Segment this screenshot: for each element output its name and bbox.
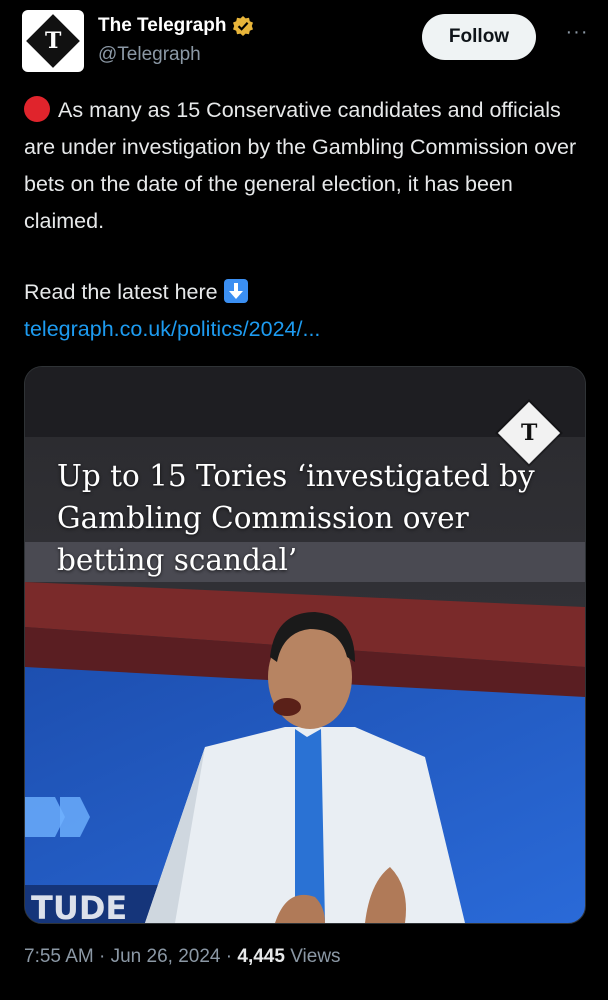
views-count: 4,445 bbox=[237, 946, 285, 967]
card-headline: Up to 15 Tories ‘investigated by Gamblin… bbox=[57, 459, 535, 577]
tweet-header: T The Telegraph @Telegraph Follow ··· bbox=[22, 10, 594, 74]
down-arrow-icon bbox=[223, 279, 248, 303]
backdrop-text: TUDE bbox=[31, 889, 127, 923]
read-more-text: Read the latest here bbox=[24, 280, 218, 304]
tweet-body: As many as 15 Conservative candidates an… bbox=[24, 92, 590, 240]
account-handle[interactable]: @Telegraph bbox=[98, 44, 201, 66]
tweet-time[interactable]: 7:55 AM bbox=[24, 946, 94, 967]
tweet-paragraph: As many as 15 Conservative candidates an… bbox=[24, 92, 590, 240]
article-link[interactable]: telegraph.co.uk/politics/2024/... bbox=[24, 311, 320, 348]
read-more-line: Read the latest here bbox=[24, 274, 248, 311]
tweet-text: As many as 15 Conservative candidates an… bbox=[24, 98, 577, 233]
views-label: Views bbox=[290, 946, 341, 967]
name-row: The Telegraph bbox=[98, 15, 254, 37]
telegraph-logo-icon: T bbox=[26, 14, 80, 68]
follow-button[interactable]: Follow bbox=[422, 14, 536, 60]
red-circle-icon bbox=[24, 96, 50, 122]
more-horizontal-icon[interactable]: ··· bbox=[560, 22, 594, 44]
avatar[interactable]: T bbox=[22, 10, 84, 72]
link-card-image[interactable]: TUDE T Up to 15 Tories ‘investigated by … bbox=[24, 366, 586, 924]
display-name[interactable]: The Telegraph bbox=[98, 15, 226, 37]
press-photo: TUDE bbox=[25, 367, 585, 923]
tweet-meta: 7:55 AM · Jun 26, 2024 · 4,445 Views bbox=[24, 946, 341, 967]
logo-letter: T bbox=[520, 420, 538, 446]
verified-badge-icon bbox=[233, 16, 254, 36]
tweet-date[interactable]: Jun 26, 2024 bbox=[111, 946, 221, 967]
avatar-letter: T bbox=[44, 28, 62, 54]
